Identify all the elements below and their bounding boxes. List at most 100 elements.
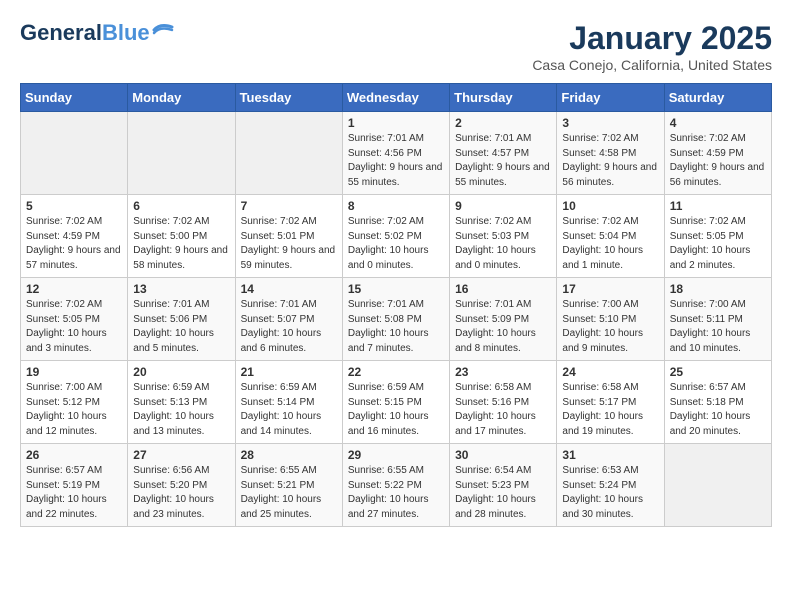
cell-info: Sunrise: 6:59 AM Sunset: 5:15 PM Dayligh…: [348, 381, 444, 439]
calendar-week-row: 5 Sunrise: 7:02 AM Sunset: 4:59 PM Daylig…: [21, 195, 772, 278]
day-number: 21: [241, 365, 337, 379]
calendar-cell: [235, 112, 342, 195]
calendar-cell: 20 Sunrise: 6:59 AM Sunset: 5:13 PM Dayli…: [128, 361, 235, 444]
weekday-header-thursday: Thursday: [450, 84, 557, 112]
calendar-cell: 2Sunrise: 7:01 AM Sunset: 4:57 PM Daylig…: [450, 112, 557, 195]
day-number: 23: [455, 365, 551, 379]
day-number: 6: [133, 199, 229, 213]
cell-info: Sunrise: 6:58 AM Sunset: 5:17 PM Dayligh…: [562, 381, 658, 439]
day-number: 27: [133, 448, 229, 462]
cell-info: Sunrise: 7:02 AM Sunset: 5:03 PM Dayligh…: [455, 215, 551, 273]
calendar-cell: 25Sunrise: 6:57 AM Sunset: 5:18 PM Dayli…: [664, 361, 771, 444]
title-area: January 2025 Casa Conejo, California, Un…: [532, 20, 772, 73]
calendar-week-row: 1 Sunrise: 7:01 AM Sunset: 4:56 PM Daylig…: [21, 112, 772, 195]
day-number: 31: [562, 448, 658, 462]
cell-info: Sunrise: 7:00 AM Sunset: 5:12 PM Dayligh…: [26, 381, 122, 439]
page-header: General Blue January 2025 Casa Conejo, C…: [20, 20, 772, 73]
calendar-cell: 7 Sunrise: 7:02 AM Sunset: 5:01 PM Daylig…: [235, 195, 342, 278]
calendar-cell: 18 Sunrise: 7:00 AM Sunset: 5:11 PM Dayli…: [664, 278, 771, 361]
day-number: 3: [562, 116, 658, 130]
cell-info: Sunrise: 7:02 AM Sunset: 5:01 PM Dayligh…: [241, 215, 337, 273]
cell-info: Sunrise: 6:53 AM Sunset: 5:24 PM Dayligh…: [562, 464, 658, 522]
day-number: 12: [26, 282, 122, 296]
calendar-cell: 24 Sunrise: 6:58 AM Sunset: 5:17 PM Dayli…: [557, 361, 664, 444]
calendar-cell: 6 Sunrise: 7:02 AM Sunset: 5:00 PM Daylig…: [128, 195, 235, 278]
day-number: 26: [26, 448, 122, 462]
cell-info: Sunrise: 6:57 AM Sunset: 5:19 PM Dayligh…: [26, 464, 122, 522]
calendar-cell: 19Sunrise: 7:00 AM Sunset: 5:12 PM Dayli…: [21, 361, 128, 444]
day-number: 9: [455, 199, 551, 213]
cell-info: Sunrise: 7:00 AM Sunset: 5:11 PM Dayligh…: [670, 298, 766, 356]
day-number: 8: [348, 199, 444, 213]
location-subtitle: Casa Conejo, California, United States: [532, 57, 772, 73]
calendar-cell: 30 Sunrise: 6:54 AM Sunset: 5:23 PM Dayli…: [450, 444, 557, 527]
calendar-table: SundayMondayTuesdayWednesdayThursdayFrid…: [20, 83, 772, 527]
weekday-header-row: SundayMondayTuesdayWednesdayThursdayFrid…: [21, 84, 772, 112]
calendar-cell: 12Sunrise: 7:02 AM Sunset: 5:05 PM Dayli…: [21, 278, 128, 361]
day-number: 4: [670, 116, 766, 130]
day-number: 24: [562, 365, 658, 379]
calendar-cell: 23 Sunrise: 6:58 AM Sunset: 5:16 PM Dayli…: [450, 361, 557, 444]
calendar-cell: [664, 444, 771, 527]
cell-info: Sunrise: 7:01 AM Sunset: 5:08 PM Dayligh…: [348, 298, 444, 356]
cell-info: Sunrise: 7:00 AM Sunset: 5:10 PM Dayligh…: [562, 298, 658, 356]
weekday-header-friday: Friday: [557, 84, 664, 112]
day-number: 17: [562, 282, 658, 296]
logo-icon: [152, 21, 174, 39]
cell-info: Sunrise: 7:01 AM Sunset: 4:57 PM Dayligh…: [455, 132, 551, 190]
calendar-cell: 22 Sunrise: 6:59 AM Sunset: 5:15 PM Dayli…: [342, 361, 449, 444]
cell-info: Sunrise: 7:02 AM Sunset: 4:58 PM Dayligh…: [562, 132, 658, 190]
day-number: 30: [455, 448, 551, 462]
calendar-cell: 13Sunrise: 7:01 AM Sunset: 5:06 PM Dayli…: [128, 278, 235, 361]
calendar-cell: [21, 112, 128, 195]
calendar-cell: 28 Sunrise: 6:55 AM Sunset: 5:21 PM Dayli…: [235, 444, 342, 527]
cell-info: Sunrise: 7:02 AM Sunset: 4:59 PM Dayligh…: [670, 132, 766, 190]
calendar-cell: [128, 112, 235, 195]
day-number: 20: [133, 365, 229, 379]
day-number: 28: [241, 448, 337, 462]
cell-info: Sunrise: 7:02 AM Sunset: 4:59 PM Dayligh…: [26, 215, 122, 273]
calendar-cell: 9 Sunrise: 7:02 AM Sunset: 5:03 PM Daylig…: [450, 195, 557, 278]
cell-info: Sunrise: 6:55 AM Sunset: 5:22 PM Dayligh…: [348, 464, 444, 522]
day-number: 15: [348, 282, 444, 296]
cell-info: Sunrise: 6:58 AM Sunset: 5:16 PM Dayligh…: [455, 381, 551, 439]
day-number: 14: [241, 282, 337, 296]
weekday-header-saturday: Saturday: [664, 84, 771, 112]
cell-info: Sunrise: 7:01 AM Sunset: 4:56 PM Dayligh…: [348, 132, 444, 190]
logo: General Blue: [20, 20, 174, 46]
cell-info: Sunrise: 7:02 AM Sunset: 5:02 PM Dayligh…: [348, 215, 444, 273]
calendar-cell: 5 Sunrise: 7:02 AM Sunset: 4:59 PM Daylig…: [21, 195, 128, 278]
weekday-header-sunday: Sunday: [21, 84, 128, 112]
calendar-cell: 15 Sunrise: 7:01 AM Sunset: 5:08 PM Dayli…: [342, 278, 449, 361]
cell-info: Sunrise: 7:02 AM Sunset: 5:00 PM Dayligh…: [133, 215, 229, 273]
cell-info: Sunrise: 7:01 AM Sunset: 5:07 PM Dayligh…: [241, 298, 337, 356]
calendar-cell: 31 Sunrise: 6:53 AM Sunset: 5:24 PM Dayli…: [557, 444, 664, 527]
day-number: 18: [670, 282, 766, 296]
day-number: 7: [241, 199, 337, 213]
month-title: January 2025: [532, 20, 772, 57]
day-number: 29: [348, 448, 444, 462]
cell-info: Sunrise: 6:54 AM Sunset: 5:23 PM Dayligh…: [455, 464, 551, 522]
weekday-header-monday: Monday: [128, 84, 235, 112]
cell-info: Sunrise: 6:59 AM Sunset: 5:13 PM Dayligh…: [133, 381, 229, 439]
day-number: 16: [455, 282, 551, 296]
day-number: 5: [26, 199, 122, 213]
cell-info: Sunrise: 6:56 AM Sunset: 5:20 PM Dayligh…: [133, 464, 229, 522]
day-number: 11: [670, 199, 766, 213]
calendar-cell: 27 Sunrise: 6:56 AM Sunset: 5:20 PM Dayli…: [128, 444, 235, 527]
calendar-cell: 17 Sunrise: 7:00 AM Sunset: 5:10 PM Dayli…: [557, 278, 664, 361]
cell-info: Sunrise: 6:59 AM Sunset: 5:14 PM Dayligh…: [241, 381, 337, 439]
calendar-week-row: 12Sunrise: 7:02 AM Sunset: 5:05 PM Dayli…: [21, 278, 772, 361]
calendar-cell: 16 Sunrise: 7:01 AM Sunset: 5:09 PM Dayli…: [450, 278, 557, 361]
day-number: 1: [348, 116, 444, 130]
day-number: 22: [348, 365, 444, 379]
logo-text-blue: Blue: [102, 20, 150, 46]
calendar-cell: 10Sunrise: 7:02 AM Sunset: 5:04 PM Dayli…: [557, 195, 664, 278]
cell-info: Sunrise: 6:55 AM Sunset: 5:21 PM Dayligh…: [241, 464, 337, 522]
calendar-cell: 3 Sunrise: 7:02 AM Sunset: 4:58 PM Daylig…: [557, 112, 664, 195]
calendar-cell: 1 Sunrise: 7:01 AM Sunset: 4:56 PM Daylig…: [342, 112, 449, 195]
day-number: 25: [670, 365, 766, 379]
cell-info: Sunrise: 7:01 AM Sunset: 5:09 PM Dayligh…: [455, 298, 551, 356]
logo-text-general: General: [20, 20, 102, 46]
calendar-cell: 8 Sunrise: 7:02 AM Sunset: 5:02 PM Daylig…: [342, 195, 449, 278]
